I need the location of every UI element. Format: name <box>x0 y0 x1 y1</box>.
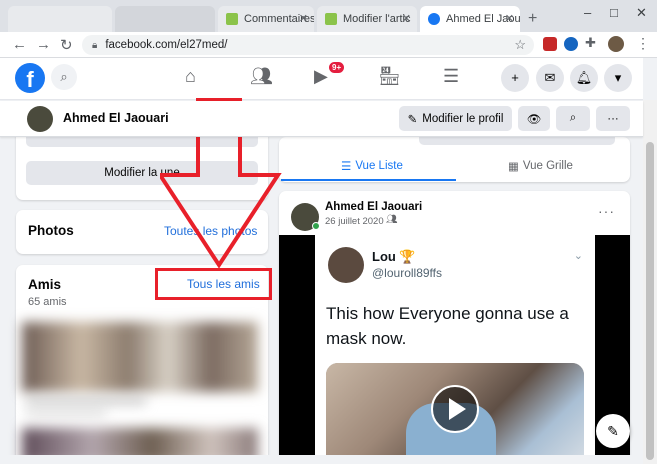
search-icon[interactable]: ⌕ <box>51 64 77 90</box>
audience-friends-icon[interactable]: 👥︎ <box>386 214 397 225</box>
search-icon: ⌕ <box>569 112 577 124</box>
view-toggle-card: ☰ Vue Liste ▦ Vue Grille <box>279 137 630 182</box>
friend-name-blurred <box>26 410 106 415</box>
reload-icon[interactable]: ↻ <box>60 36 73 54</box>
notifications-bell-icon[interactable]: 🔔︎ <box>570 64 598 92</box>
account-dropdown-icon[interactable]: ▾ <box>604 64 632 92</box>
create-plus-icon[interactable]: + <box>501 64 529 92</box>
red-highlight-box <box>155 268 272 300</box>
browser-menu-icon[interactable]: ⋮ <box>636 35 650 52</box>
eye-icon: 👁︎ <box>526 113 542 126</box>
facebook-logo-icon[interactable]: f <box>15 63 45 93</box>
more-options-button[interactable]: ··· <box>596 106 630 131</box>
url-text: facebook.com/el27med/ <box>105 39 228 51</box>
tweet-username: Lou 🏆 <box>372 249 416 264</box>
post-date[interactable]: 26 juillet 2020 · <box>325 216 389 227</box>
facebook-favicon-icon <box>428 13 440 25</box>
tab-list-view[interactable]: ☰ Vue Liste <box>341 159 403 173</box>
browser-tab-modifier[interactable]: Modifier l'artic ✕ <box>317 6 417 32</box>
new-message-edit-icon[interactable]: ✎ <box>596 414 630 448</box>
profile-avatar[interactable] <box>27 106 53 132</box>
tweet-handle: @louroll89ffs <box>372 266 442 280</box>
pencil-icon: ✎ <box>407 113 418 126</box>
page-bottom-strip <box>0 455 643 464</box>
tab-label: Vue Liste <box>355 160 403 172</box>
edit-profile-button[interactable]: ✎ Modifier le profil <box>399 106 512 131</box>
friend-photo-row-1[interactable] <box>22 322 258 392</box>
maximize-icon[interactable]: □ <box>610 5 618 20</box>
bookmark-star-icon[interactable]: ☆ <box>514 37 526 53</box>
close-tab-icon[interactable]: ✕ <box>402 12 411 25</box>
minimize-icon[interactable]: – <box>584 5 591 20</box>
photos-title: Photos <box>28 223 74 238</box>
play-icon <box>449 398 466 420</box>
profile-search-button[interactable]: ⌕ <box>556 106 590 131</box>
tab-grid-view[interactable]: ▦ Vue Grille <box>508 159 573 173</box>
browser-tab-commentaires[interactable]: Commentaires ✕ <box>218 6 314 32</box>
friend-name-blurred <box>26 398 146 404</box>
post-author-name[interactable]: Ahmed El Jaouari <box>325 201 422 213</box>
menu-hamburger-icon[interactable]: ☰ <box>443 66 459 87</box>
list-icon: ☰ <box>341 161 352 173</box>
marketplace-icon[interactable]: 🏪︎ <box>378 66 401 87</box>
browser-tab-blank[interactable] <box>115 6 215 32</box>
page-scrollbar[interactable] <box>643 100 657 464</box>
lock-icon: 🔒︎ <box>92 39 98 51</box>
tweet-avatar <box>328 247 364 283</box>
url-input[interactable]: 🔒︎ facebook.com/el27med/ ☆ <box>82 35 534 55</box>
scrollbar-thumb[interactable] <box>646 142 654 460</box>
profile-name[interactable]: Ahmed El Jaouari <box>63 111 169 125</box>
close-window-icon[interactable]: ✕ <box>636 5 647 21</box>
close-tab-icon[interactable]: ✕ <box>505 12 514 25</box>
messenger-icon[interactable]: ✉ <box>536 64 564 92</box>
tab-label: Vue Grille <box>522 160 573 172</box>
browser-tab-1[interactable] <box>8 6 112 32</box>
address-bar: ← → ↻ 🔒︎ facebook.com/el27med/ ☆ ✚ ⋮ <box>0 32 657 58</box>
profile-sticky-header: Ahmed El Jaouari ✎ Modifier le profil 👁︎… <box>0 101 643 137</box>
back-arrow-icon[interactable]: ← <box>12 36 27 53</box>
selected-tab-indicator <box>281 179 456 181</box>
browser-tab-active[interactable]: Ahmed El Jaouari ✕ <box>420 6 520 32</box>
browser-profile-avatar[interactable] <box>608 36 624 52</box>
facebook-top-nav: f ⌕ ⌂ 👥︎ ▶ 9+ 🏪︎ ☰ + ✉ 🔔︎ ▾ <box>0 58 643 100</box>
new-tab-icon[interactable]: + <box>528 10 537 28</box>
tweet-chevron-icon: ⌄ <box>573 250 583 262</box>
extension-red-icon[interactable] <box>543 37 557 51</box>
friends-title: Amis <box>28 277 62 292</box>
friends-count: 65 amis <box>28 296 67 308</box>
post-options-icon[interactable]: ··· <box>598 203 615 219</box>
browser-tab-bar: Commentaires ✕ Modifier l'artic ✕ Ahmed … <box>0 0 657 32</box>
view-as-button[interactable]: 👁︎ <box>518 106 550 131</box>
forward-arrow-icon[interactable]: → <box>36 36 51 53</box>
home-icon[interactable]: ⌂ <box>185 66 196 87</box>
online-status-dot <box>312 222 320 230</box>
tweet-text: This how Everyone gonna use a mask now. <box>326 304 569 348</box>
wordpress-favicon-icon <box>226 13 238 25</box>
tab-label: Modifier l'artic <box>343 13 411 25</box>
friends-icon[interactable]: 👥︎ <box>250 66 273 87</box>
filters-button-partial[interactable] <box>485 137 615 145</box>
extension-blue-icon[interactable] <box>564 37 578 51</box>
close-tab-icon[interactable]: ✕ <box>299 12 308 25</box>
edit-profile-label: Modifier le profil <box>422 112 504 125</box>
watch-icon[interactable]: ▶ <box>314 66 328 87</box>
extensions-puzzle-icon[interactable]: ✚ <box>585 35 596 51</box>
more-dots-icon: ··· <box>607 112 619 125</box>
grid-icon: ▦ <box>508 161 519 173</box>
watch-notification-badge: 9+ <box>328 61 346 74</box>
wordpress-favicon-icon <box>325 13 337 25</box>
